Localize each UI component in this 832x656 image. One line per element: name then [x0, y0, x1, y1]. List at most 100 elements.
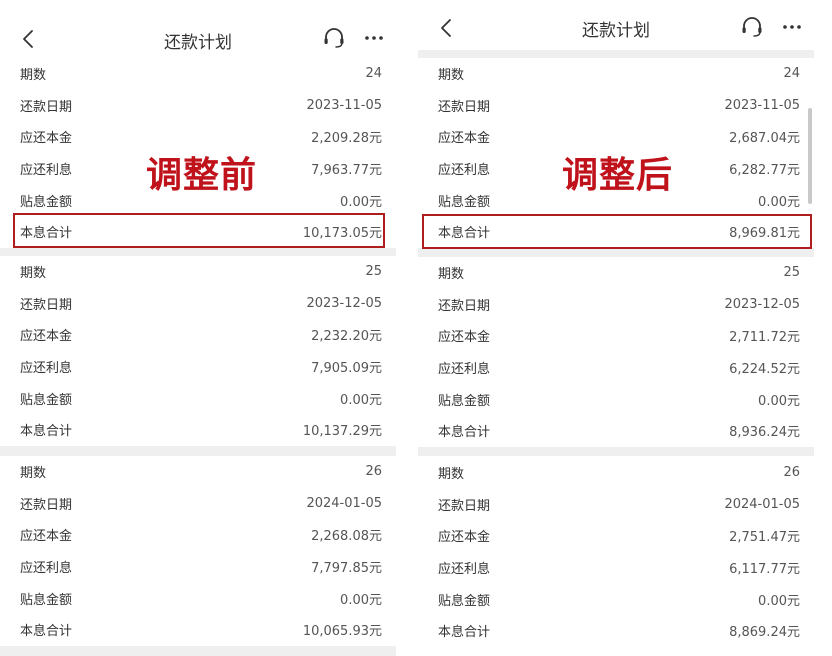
row-label: 本息合计 [438, 425, 491, 441]
interest-row: 应还利息 7,797.85元 [0, 551, 396, 583]
row-value: 26 [365, 464, 382, 480]
row-label: 应还利息 [438, 362, 491, 378]
row-value: 2023-11-05 [306, 97, 382, 113]
section-separator [418, 50, 814, 58]
repayment-plan-screen-after: 还款计划 期数 24 还款日期 2023-11-05 应还本金 2,687.04元 应… [418, 0, 814, 656]
row-label: 应还利息 [20, 361, 73, 377]
row-label: 应还本金 [438, 530, 491, 546]
row-label: 期数 [438, 267, 465, 283]
row-label: 应还利息 [438, 562, 491, 578]
row-value: 2,711.72元 [729, 330, 800, 346]
total-row: 本息合计 8,936.24元 [418, 415, 814, 447]
row-label: 期数 [20, 266, 47, 282]
row-value: 25 [365, 264, 382, 280]
principal-row: 应还本金 2,751.47元 [418, 520, 814, 552]
row-value: 8,936.24元 [729, 425, 800, 441]
period-card: 期数 25 还款日期 2023-12-05 应还本金 2,232.20元 应还利息 7,… [0, 256, 396, 446]
row-value: 0.00元 [340, 194, 382, 210]
period-row: 期数 24 [0, 58, 396, 90]
due-date-row: 还款日期 2024-01-05 [418, 489, 814, 521]
row-value: 7,797.85元 [311, 561, 382, 577]
row-label: 本息合计 [438, 226, 491, 242]
subsidy-row: 贴息金额 0.00元 [0, 582, 396, 614]
page-title: 还款计划 [582, 20, 650, 41]
row-value: 10,137.29元 [302, 424, 382, 440]
row-label: 贴息金额 [438, 393, 491, 409]
row-label: 期数 [20, 68, 47, 84]
section-separator [0, 646, 396, 656]
period-card: 期数 25 还款日期 2023-12-05 应还本金 2,711.72元 应还利息 6,… [418, 257, 814, 447]
row-value: 0.00元 [340, 392, 382, 408]
nav-actions [322, 26, 386, 50]
row-value: 6,117.77元 [729, 562, 800, 578]
row-label: 本息合计 [20, 226, 73, 242]
period-card: 期数 26 还款日期 2024-01-05 应还本金 2,268.08元 应还利息 7,… [0, 456, 396, 646]
row-label: 应还利息 [20, 163, 73, 179]
after-adjustment-label: 调整后 [562, 155, 674, 196]
principal-row: 应还本金 2,711.72元 [418, 320, 814, 352]
repayment-plan-screen-before: 还款计划 期数 24 还款日期 2023-11-05 应还本金 2,209.28元 应… [0, 0, 396, 656]
due-date-row: 还款日期 2023-12-05 [418, 289, 814, 321]
more-dots-icon[interactable] [362, 26, 386, 50]
row-value: 24 [365, 66, 382, 82]
section-separator [0, 248, 396, 256]
interest-row: 应还利息 7,905.09元 [0, 351, 396, 383]
row-value: 24 [783, 66, 800, 82]
due-date-row: 还款日期 2023-11-05 [0, 90, 396, 122]
row-value: 0.00元 [758, 194, 800, 210]
section-separator [418, 248, 814, 257]
row-label: 应还本金 [438, 131, 491, 147]
subsidy-row: 贴息金额 0.00元 [418, 583, 814, 615]
row-label: 本息合计 [20, 624, 73, 640]
nav-bar: 还款计划 [418, 0, 814, 56]
subsidy-row: 贴息金额 0.00元 [418, 383, 814, 415]
row-value: 2023-11-05 [724, 97, 800, 113]
row-value: 10,065.93元 [302, 624, 382, 640]
row-label: 本息合计 [438, 625, 491, 641]
period-row: 期数 26 [418, 457, 814, 489]
row-label: 应还本金 [438, 330, 491, 346]
row-label: 应还本金 [20, 329, 73, 345]
due-date-row: 还款日期 2023-11-05 [418, 90, 814, 122]
total-row: 本息合计 8,869.24元 [418, 615, 814, 647]
scrollbar[interactable] [808, 108, 812, 204]
period-card: 期数 26 还款日期 2024-01-05 应还本金 2,751.47元 应还利息 6,… [418, 457, 814, 647]
period-row: 期数 24 [418, 58, 814, 90]
due-date-row: 还款日期 2024-01-05 [0, 488, 396, 520]
total-row: 本息合计 10,137.29元 [0, 414, 396, 446]
row-value: 0.00元 [340, 592, 382, 608]
row-value: 2,751.47元 [729, 530, 800, 546]
row-value: 2024-01-05 [306, 495, 382, 511]
row-label: 还款日期 [438, 498, 491, 514]
row-label: 还款日期 [20, 297, 73, 313]
row-label: 期数 [20, 466, 47, 482]
page-title: 还款计划 [164, 32, 232, 53]
chevron-left-icon[interactable] [436, 17, 458, 39]
row-value: 6,282.77元 [729, 163, 800, 179]
row-value: 25 [783, 265, 800, 281]
headset-icon[interactable] [740, 15, 764, 39]
principal-row: 应还本金 2,232.20元 [0, 319, 396, 351]
before-adjustment-label: 调整前 [146, 155, 258, 196]
row-value: 2,209.28元 [311, 131, 382, 147]
headset-icon[interactable] [322, 26, 346, 50]
due-date-row: 还款日期 2023-12-05 [0, 288, 396, 320]
row-label: 期数 [438, 467, 465, 483]
row-value: 8,869.24元 [729, 625, 800, 641]
more-dots-icon[interactable] [780, 15, 804, 39]
period-row: 期数 26 [0, 456, 396, 488]
nav-actions [740, 15, 804, 39]
row-label: 贴息金额 [20, 392, 73, 408]
row-value: 6,224.52元 [729, 362, 800, 378]
row-label: 应还本金 [20, 131, 73, 147]
row-label: 贴息金额 [438, 194, 491, 210]
row-label: 贴息金额 [20, 194, 73, 210]
total-row: 本息合计 10,065.93元 [0, 614, 396, 646]
row-value: 0.00元 [758, 393, 800, 409]
row-label: 还款日期 [438, 298, 491, 314]
row-value: 7,905.09元 [311, 361, 382, 377]
chevron-left-icon[interactable] [18, 28, 40, 50]
row-value: 2023-12-05 [306, 295, 382, 311]
row-label: 应还利息 [20, 561, 73, 577]
row-value: 10,173.05元 [302, 226, 382, 242]
